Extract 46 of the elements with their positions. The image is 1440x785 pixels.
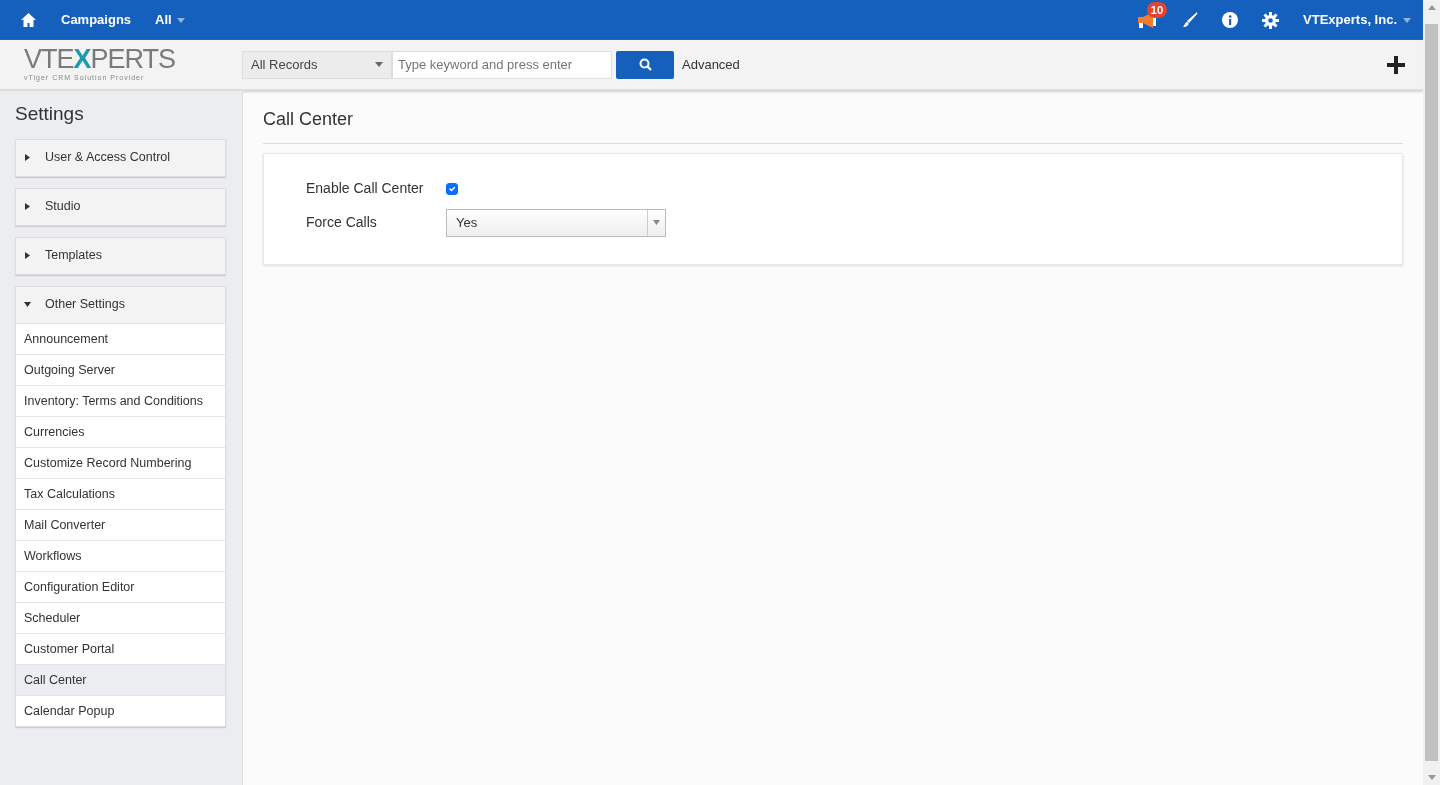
info-icon[interactable] <box>1222 12 1239 28</box>
account-menu[interactable]: VTExperts, Inc. <box>1303 10 1397 30</box>
advanced-search-link[interactable]: Advanced <box>682 54 740 75</box>
settings-icon[interactable] <box>1262 11 1280 29</box>
expand-triangle-icon <box>24 154 31 162</box>
sidebar-item[interactable]: Configuration Editor <box>16 570 225 602</box>
sidebar-item[interactable]: Currencies <box>16 415 225 447</box>
sidebar-item[interactable]: Scheduler <box>16 601 225 633</box>
sidebar-item[interactable]: Mail Converter <box>16 508 225 540</box>
sidebar-item[interactable]: Calendar Popup <box>16 694 225 726</box>
filter-dropdown[interactable]: All <box>155 10 172 30</box>
sidebar-item[interactable]: Call Center <box>16 663 225 695</box>
field-label: Force Calls <box>306 213 378 233</box>
field-label: Enable Call Center <box>306 179 425 199</box>
notification-count: 10 <box>1146 2 1168 18</box>
sidebar-item[interactable]: Outgoing Server <box>16 353 225 385</box>
record-scope-select[interactable]: All Records <box>242 50 392 79</box>
sidebar-item[interactable]: Customize Record Numbering <box>16 446 225 478</box>
caret-icon <box>1403 17 1411 23</box>
search-button[interactable] <box>616 50 674 79</box>
checkbox[interactable] <box>446 182 458 195</box>
sidebar-group-header[interactable]: Studio <box>16 188 225 225</box>
sidebar-item[interactable]: Tax Calculations <box>16 477 225 509</box>
add-icon[interactable] <box>1387 55 1405 74</box>
home-icon[interactable] <box>20 12 37 28</box>
sidebar-group-header[interactable]: Templates <box>16 237 225 274</box>
caret-icon <box>653 219 660 227</box>
sidebar-item[interactable]: Workflows <box>16 539 225 571</box>
sidebar-item[interactable]: Customer Portal <box>16 632 225 664</box>
brush-icon[interactable] <box>1182 12 1199 28</box>
caret-icon <box>375 62 383 67</box>
sidebar-group-header[interactable]: Other Settings <box>16 286 225 323</box>
expand-triangle-icon <box>24 252 31 260</box>
expand-triangle-icon <box>24 203 31 211</box>
sidebar-group-header[interactable]: User & Access Control <box>16 139 225 176</box>
page-title: Call Center <box>263 109 1403 144</box>
scrollbar-thumb[interactable] <box>1425 24 1438 761</box>
sidebar-item[interactable]: Announcement <box>16 322 225 354</box>
select-field[interactable]: Yes <box>446 208 666 237</box>
caret-icon <box>176 17 185 23</box>
module-link[interactable]: Campaigns <box>61 10 132 30</box>
sidebar-item[interactable]: Inventory: Terms and Conditions <box>16 384 225 416</box>
collapse-triangle-icon <box>24 301 31 309</box>
search-field[interactable]: Type keyword and press enter <box>392 50 612 79</box>
sidebar-title: Settings <box>15 103 85 126</box>
search-icon <box>638 58 652 71</box>
